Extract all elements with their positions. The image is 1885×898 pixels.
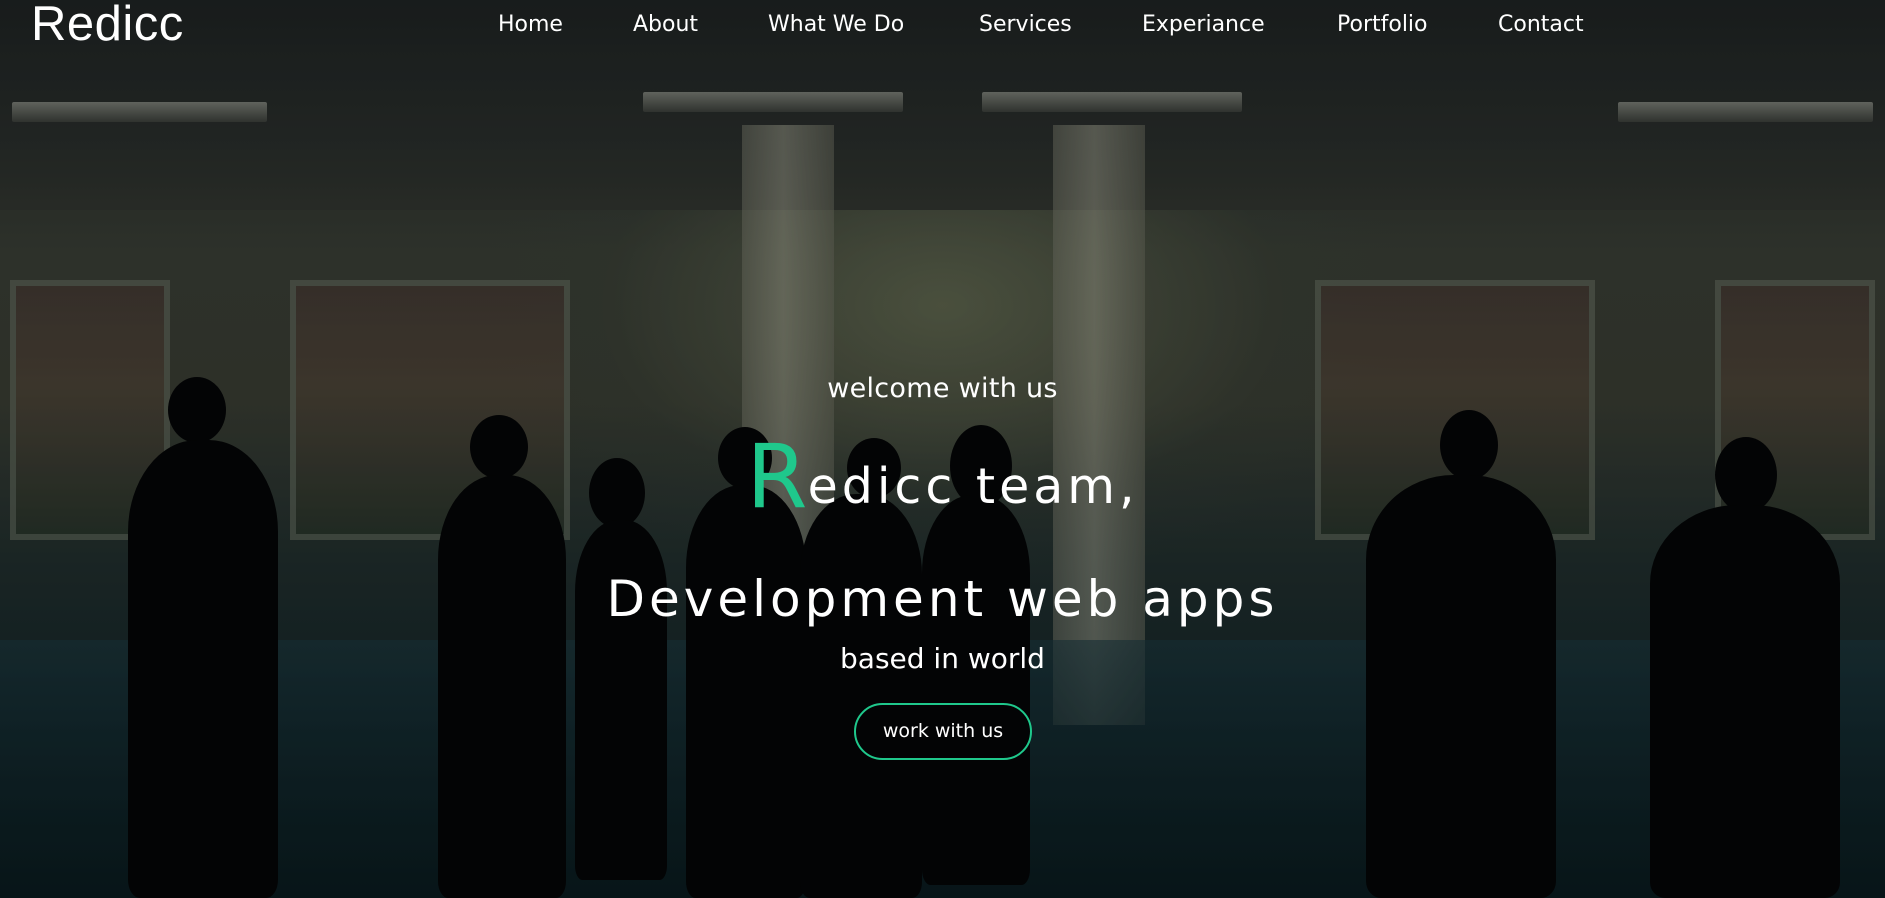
hero-section: Redicc Home About What We Do Services Ex… <box>0 0 1885 898</box>
hero-welcome-text: welcome with us <box>827 373 1058 404</box>
hero-title: Redicc team, <box>0 433 1885 522</box>
hero-headline: Development web apps <box>606 570 1279 628</box>
hero-subline: based in world <box>840 642 1045 675</box>
work-with-us-button[interactable]: work with us <box>854 703 1032 760</box>
hero-title-initial: R <box>746 425 808 528</box>
hero-title-rest: edicc team, <box>807 458 1139 515</box>
hero-content: welcome with us Redicc team, Development… <box>0 0 1885 898</box>
